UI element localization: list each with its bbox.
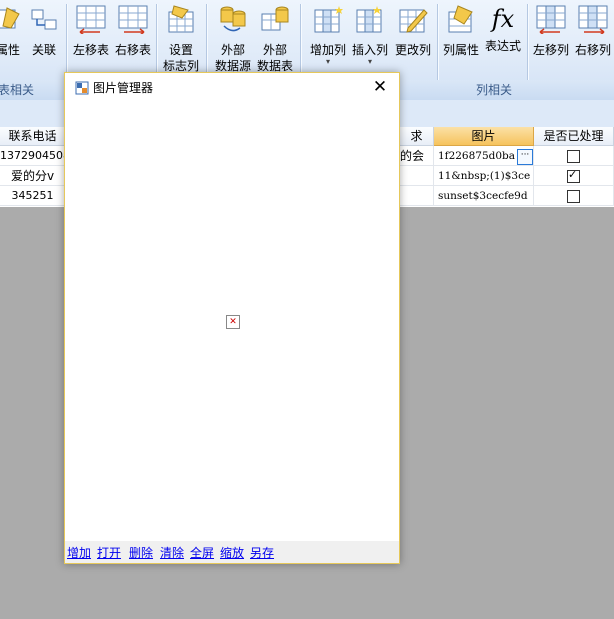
move-table-left-button[interactable]: 左移表 [69,2,113,80]
app-window-icon [75,81,89,95]
cell-processed[interactable] [534,146,614,166]
table-properties-icon [0,7,20,29]
ribbon-group-label-column: 列相关 [476,83,513,97]
cell-phone[interactable]: 13729045088 [0,146,66,166]
expression-button[interactable]: fx 表达式 [481,2,525,80]
close-icon[interactable]: ✕ [367,75,393,99]
add-column-button[interactable]: 增加列 ▾ [306,2,350,80]
clear-link[interactable]: 清除 [160,544,184,561]
move-column-right-label: 右移列 [574,43,611,57]
cell-requirement[interactable] [400,166,434,186]
image-manager-dialog: 图片管理器 ✕ ✕ 增加 打开 删除 清除 全屏 缩放 另存 [64,72,400,564]
processed-checkbox[interactable] [567,190,580,203]
external-datasource-icon [220,6,246,32]
delete-link[interactable]: 删除 [129,544,153,561]
expression-fx-icon: fx [491,5,515,33]
external-datatable-button[interactable]: 外部 数据表 [253,2,297,80]
move-column-left-icon [536,5,566,36]
fullscreen-link[interactable]: 全屏 [190,544,214,561]
save-as-link[interactable]: 另存 [250,544,274,561]
move-table-left-icon [76,5,106,36]
edit-column-button[interactable]: 更改列 [391,2,435,80]
column-header-processed[interactable]: 是否已处理 [534,127,614,146]
column-header-requirement[interactable]: 求 [400,127,434,146]
cell-phone[interactable]: 爱的分v [0,166,66,186]
add-column-dropdown-arrow[interactable]: ▾ [306,58,350,66]
edit-column-icon [399,9,428,33]
dialog-toolbar: 增加 打开 删除 清除 全屏 缩放 另存 [65,541,399,563]
column-header-image[interactable]: 图片 [434,127,534,146]
ribbon-group-label-table: 表相关 [0,83,35,97]
move-column-right-icon [578,5,608,36]
dialog-title: 图片管理器 [93,81,154,95]
insert-column-icon [356,6,382,33]
cell-requirement[interactable]: 的会 [400,146,434,166]
move-column-left-button[interactable]: 左移列 [529,2,573,80]
add-link[interactable]: 增加 [67,544,91,561]
insert-column-dropdown-arrow[interactable]: ▾ [348,58,392,66]
move-column-right-button[interactable]: 右移列 [571,2,614,80]
add-column-icon [314,6,343,33]
move-table-right-icon [118,5,148,36]
set-flag-column-icon [168,5,194,33]
zoom-link[interactable]: 缩放 [220,544,244,561]
cell-phone[interactable]: 345251 [0,186,66,206]
processed-checkbox[interactable] [567,168,580,183]
ellipsis-button[interactable]: ··· [517,149,533,165]
processed-checkbox[interactable] [567,150,580,163]
table-relation-icon [31,9,57,30]
cell-image[interactable]: sunset$3cecfe9d [434,186,534,206]
insert-column-button[interactable]: 插入列 ▾ [348,2,392,80]
cell-image[interactable]: 11&nbsp;(1)$3ce [434,166,534,186]
cell-processed[interactable] [534,186,614,206]
open-link[interactable]: 打开 [97,544,121,561]
external-datatable-icon [261,6,289,31]
broken-image-icon: ✕ [226,315,240,329]
cell-processed[interactable] [534,166,614,186]
cell-requirement[interactable] [400,186,434,206]
table-relation-button[interactable]: 关联 [22,2,66,80]
column-header-phone[interactable]: 联系电话 [0,127,66,146]
column-properties-icon [448,5,473,33]
set-flag-column-button[interactable]: 设置 标志列 [159,2,203,80]
